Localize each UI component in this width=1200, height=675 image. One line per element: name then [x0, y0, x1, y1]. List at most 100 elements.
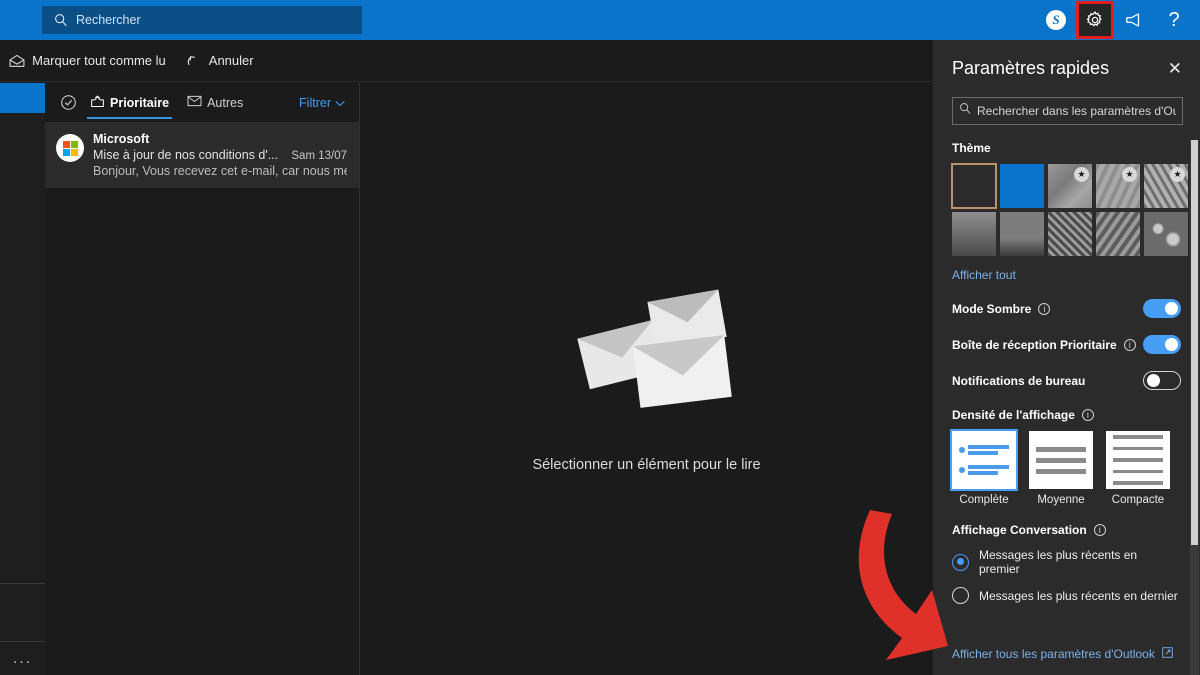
nav-spacer-6 [0, 620, 45, 638]
command-bar: rrier Marquer tout comme lu Annuler [0, 40, 932, 82]
mark-all-read-button[interactable]: Marquer tout comme lu [0, 40, 176, 82]
density-medium-preview [1029, 431, 1093, 489]
theme-section-label: Thème [952, 141, 1181, 155]
radio-newest-last-indicator [952, 587, 969, 604]
envelopes-illustration [559, 285, 734, 415]
sidebar-item-sent[interactable]: és [0, 249, 45, 279]
tab-other-label: Autres [207, 96, 243, 110]
density-section-label: Densité de l'affichage i [952, 408, 1181, 422]
search-input[interactable]: Rechercher [42, 6, 362, 34]
undo-icon [186, 54, 202, 68]
tab-other[interactable]: Autres [178, 83, 252, 123]
theme-swatch-image-6[interactable] [1048, 212, 1092, 256]
sidebar-item-groups[interactable]: s [0, 590, 45, 620]
nav-spacer-1 [0, 113, 45, 121]
sidebar-overflow-label: ... [13, 650, 32, 668]
search-placeholder: Rechercher [76, 13, 141, 27]
quick-settings-panel: Paramètres rapides ✕ Rechercher dans les… [932, 40, 1200, 675]
message-preview: Bonjour, Vous recevez cet e-mail, car no… [93, 164, 347, 178]
filter-button[interactable]: Filtrer [299, 96, 349, 110]
theme-swatch-image-1[interactable]: ★ [1048, 164, 1092, 208]
nav-spacer-5 [0, 377, 45, 577]
density-full-preview [952, 431, 1016, 489]
envelope-open-icon [9, 54, 25, 68]
top-app-bar: Rechercher S ? [0, 0, 1200, 40]
density-compact-label: Compacte [1106, 494, 1170, 506]
desktop-notifications-toggle[interactable] [1143, 371, 1181, 390]
theme-swatch-image-5[interactable] [1000, 212, 1044, 256]
theme-swatch-image-8[interactable] [1144, 212, 1188, 256]
chevron-down-icon [335, 96, 345, 110]
message-sender: Microsoft [93, 132, 347, 146]
desktop-notifications-label: Notifications de bureau [952, 374, 1085, 388]
undo-button[interactable]: Annuler [176, 40, 264, 82]
theme-swatch-image-7[interactable] [1096, 212, 1140, 256]
help-icon[interactable]: ? [1154, 0, 1194, 40]
radio-newest-first-label: Messages les plus récents en premier [979, 548, 1181, 576]
undo-label: Annuler [209, 53, 254, 68]
sidebar-overflow-button[interactable]: ... [0, 641, 45, 675]
nav-spacer-4 [0, 279, 45, 347]
sidebar: on 1 ole s és t... s ok ... [0, 83, 45, 675]
density-medium-label: Moyenne [1029, 494, 1093, 506]
all-outlook-settings-label: Afficher tous les paramètres d'Outlook [952, 647, 1155, 661]
premium-star-icon: ★ [1074, 167, 1089, 182]
sidebar-divider [0, 583, 45, 584]
close-icon[interactable]: ✕ [1164, 58, 1186, 79]
density-options: Complète Moyenne Compacte [952, 431, 1181, 506]
message-subject: Mise à jour de nos conditions d'... [93, 148, 285, 162]
app-launcher-icon[interactable] [0, 0, 40, 40]
focused-inbox-icon [90, 95, 105, 111]
radio-newest-last-label: Messages les plus récents en dernier [979, 589, 1178, 603]
focused-inbox-toggle[interactable] [1143, 335, 1181, 354]
settings-search-input[interactable]: Rechercher dans les paramètres d'Ou... [952, 97, 1183, 125]
radio-newest-first[interactable]: Messages les plus récents en premier [952, 548, 1181, 576]
settings-gear-icon[interactable] [1076, 1, 1114, 39]
sidebar-item-drafts[interactable]: s [0, 207, 45, 237]
nav-spacer-3 [0, 237, 45, 249]
theme-swatch-dark[interactable] [952, 164, 996, 208]
radio-newest-last[interactable]: Messages les plus récents en dernier [952, 587, 1181, 604]
skype-icon[interactable]: S [1036, 0, 1076, 40]
table-row[interactable]: Microsoft Mise à jour de nos conditions … [45, 123, 359, 188]
microsoft-logo-icon [56, 134, 84, 162]
theme-swatch-image-2[interactable]: ★ [1096, 164, 1140, 208]
dark-mode-row: Mode Sombre i [952, 299, 1181, 318]
dark-mode-label: Mode Sombre [952, 302, 1031, 316]
theme-swatch-image-4[interactable] [952, 212, 996, 256]
info-icon[interactable]: i [1082, 409, 1094, 421]
density-option-full[interactable]: Complète [952, 431, 1016, 506]
radio-newest-first-indicator [952, 554, 969, 571]
message-list: Prioritaire Autres Filtrer [45, 83, 360, 675]
info-icon[interactable]: i [1124, 339, 1136, 351]
theme-swatch-blue[interactable] [1000, 164, 1044, 208]
premium-star-icon: ★ [1122, 167, 1137, 182]
show-all-themes-link[interactable]: Afficher tout [952, 268, 1181, 282]
info-icon[interactable]: i [1038, 303, 1050, 315]
message-list-header: Prioritaire Autres Filtrer [45, 83, 359, 123]
density-full-label: Complète [952, 494, 1016, 506]
theme-swatch-grid: ★ ★ ★ [952, 164, 1181, 256]
sidebar-item-junk[interactable]: ole [0, 121, 45, 151]
density-option-medium[interactable]: Moyenne [1029, 431, 1093, 506]
panel-scrollbar-thumb[interactable] [1191, 140, 1198, 545]
mark-all-read-label: Marquer tout comme lu [32, 53, 166, 68]
message-content: Microsoft Mise à jour de nos conditions … [93, 132, 347, 178]
megaphone-icon[interactable] [1114, 0, 1154, 40]
sidebar-item-inbox[interactable]: on 1 [0, 83, 45, 113]
density-option-compact[interactable]: Compacte [1106, 431, 1170, 506]
desktop-notifications-row: Notifications de bureau [952, 371, 1181, 390]
theme-swatch-image-3[interactable]: ★ [1144, 164, 1188, 208]
all-outlook-settings-link[interactable]: Afficher tous les paramètres d'Outlook [952, 645, 1173, 663]
topbar-actions: S ? [1036, 0, 1194, 40]
check-circle-icon[interactable] [55, 94, 81, 111]
focused-inbox-label: Boîte de réception Prioritaire [952, 338, 1117, 352]
dark-mode-toggle[interactable] [1143, 299, 1181, 318]
sidebar-item-deleted[interactable]: t... [0, 347, 45, 377]
info-icon[interactable]: i [1094, 524, 1106, 536]
reading-pane-empty-text: Sélectionner un élément pour le lire [532, 457, 760, 473]
nav-spacer-2 [0, 151, 45, 207]
settings-search-placeholder: Rechercher dans les paramètres d'Ou... [977, 104, 1176, 118]
premium-star-icon: ★ [1170, 167, 1185, 182]
tab-focused[interactable]: Prioritaire [81, 83, 178, 123]
